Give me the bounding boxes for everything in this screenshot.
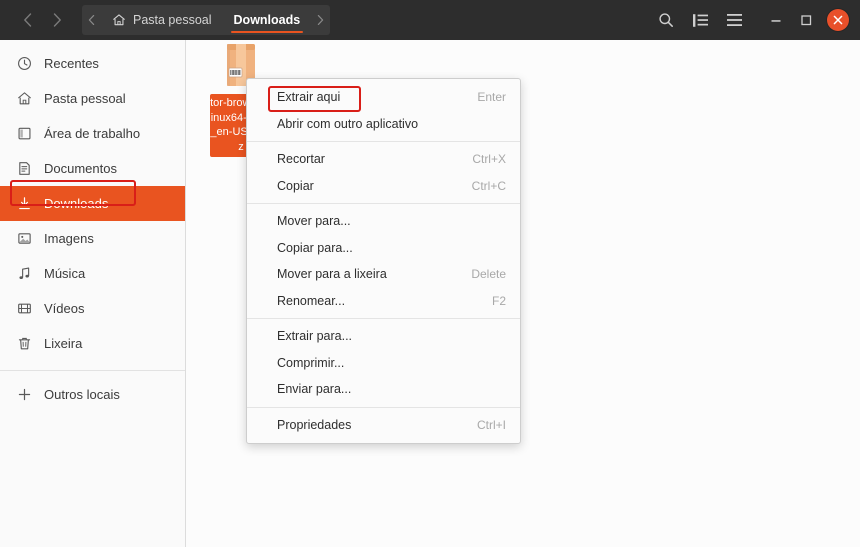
sidebar-item-label: Vídeos: [44, 301, 85, 316]
chevron-right-small-icon: [318, 15, 324, 25]
sidebar-item-label: Downloads: [44, 196, 109, 211]
home-icon: [14, 91, 34, 106]
sidebar-item-label: Pasta pessoal: [44, 91, 126, 106]
chevron-left-small-icon: [88, 15, 95, 25]
sidebar-item-musica[interactable]: Música: [0, 256, 185, 291]
minimize-icon: [771, 20, 781, 22]
file-manager-window: Pasta pessoal Downloads Recentes Pasta p…: [0, 0, 860, 547]
breadcrumb-label: Pasta pessoal: [133, 13, 212, 27]
menu-item-abrir-com-outro-aplicativo[interactable]: Abrir com outro aplicativo: [247, 111, 520, 138]
context-menu: Extrair aqui Enter Abrir com outro aplic…: [246, 78, 521, 444]
menu-item-label: Abrir com outro aplicativo: [277, 116, 419, 131]
menu-item-label: Comprimir...: [277, 355, 345, 370]
video-icon: [14, 301, 34, 316]
download-icon: [14, 196, 34, 211]
breadcrumb-item-downloads[interactable]: Downloads: [222, 5, 312, 35]
header-bar: Pasta pessoal Downloads: [0, 0, 860, 40]
menu-item-mover-para[interactable]: Mover para...: [247, 208, 520, 235]
close-button[interactable]: [827, 9, 849, 31]
chevron-left-icon: [23, 13, 31, 27]
menu-item-label: Extrair para...: [277, 329, 353, 344]
menu-item-accelerator: Ctrl+C: [471, 178, 506, 193]
breadcrumb: Pasta pessoal Downloads: [82, 5, 331, 35]
menu-item-label: Enviar para...: [277, 382, 352, 397]
menu-item-renomear[interactable]: Renomear... F2: [247, 288, 520, 315]
sidebar-item-imagens[interactable]: Imagens: [0, 221, 185, 256]
menu-item-accelerator: Enter: [477, 90, 506, 105]
minimize-button[interactable]: [761, 5, 791, 35]
clock-icon: [14, 56, 34, 71]
sidebar-item-recentes[interactable]: Recentes: [0, 46, 185, 81]
menu-item-propriedades[interactable]: Propriedades Ctrl+I: [247, 412, 520, 439]
breadcrumb-item-pasta-pessoal[interactable]: Pasta pessoal: [101, 5, 223, 35]
menu-separator: [247, 203, 520, 204]
menu-item-accelerator: Ctrl+I: [476, 417, 506, 432]
menu-item-enviar-para[interactable]: Enviar para...: [247, 376, 520, 403]
menu-item-accelerator: Delete: [471, 267, 506, 282]
maximize-icon: [801, 15, 812, 26]
sidebar-item-label: Imagens: [44, 231, 94, 246]
menu-item-label: Recortar: [277, 152, 325, 167]
menu-item-extrair-aqui[interactable]: Extrair aqui Enter: [247, 84, 520, 111]
menu-item-label: Extrair aqui: [277, 90, 341, 105]
sidebar: Recentes Pasta pessoal Área de trabalho: [0, 40, 186, 547]
music-note-icon: [14, 266, 34, 281]
menu-item-accelerator: F2: [491, 293, 506, 308]
breadcrumb-overflow-right[interactable]: [311, 5, 330, 35]
close-icon: [833, 15, 843, 25]
main-menu-button[interactable]: [717, 5, 751, 35]
maximize-button[interactable]: [791, 5, 821, 35]
menu-item-copiar[interactable]: Copiar Ctrl+C: [247, 173, 520, 200]
menu-separator: [247, 406, 520, 408]
menu-separator: [247, 318, 520, 319]
sidebar-item-lixeira[interactable]: Lixeira: [0, 326, 185, 361]
menu-item-label: Propriedades: [277, 417, 352, 432]
menu-item-label: Renomear...: [277, 293, 346, 308]
sidebar-item-area-de-trabalho[interactable]: Área de trabalho: [0, 116, 185, 151]
back-button[interactable]: [12, 7, 42, 33]
menu-item-label: Mover para a lixeira: [277, 267, 387, 282]
sidebar-item-videos[interactable]: Vídeos: [0, 291, 185, 326]
sidebar-item-outros-locais[interactable]: Outros locais: [0, 377, 185, 412]
menu-item-extrair-para[interactable]: Extrair para...: [247, 323, 520, 350]
menu-item-mover-para-a-lixeira[interactable]: Mover para a lixeira Delete: [247, 261, 520, 288]
menu-item-recortar[interactable]: Recortar Ctrl+X: [247, 146, 520, 173]
document-icon: [14, 161, 34, 176]
desktop-icon: [14, 126, 34, 141]
chevron-right-icon: [53, 13, 61, 27]
image-icon: [14, 231, 34, 246]
sidebar-divider: [0, 370, 185, 371]
menu-item-label: Copiar: [277, 178, 314, 193]
sidebar-item-label: Documentos: [44, 161, 117, 176]
hamburger-menu-icon: [726, 14, 742, 26]
sidebar-item-label: Música: [44, 266, 86, 281]
menu-separator: [247, 141, 520, 142]
sidebar-item-label: Recentes: [44, 56, 99, 71]
menu-item-copiar-para[interactable]: Copiar para...: [247, 235, 520, 262]
menu-item-label: Copiar para...: [277, 240, 353, 255]
sidebar-item-label: Área de trabalho: [44, 126, 141, 141]
menu-item-label: Mover para...: [277, 214, 351, 229]
menu-item-accelerator: Ctrl+X: [472, 152, 506, 167]
menu-item-comprimir[interactable]: Comprimir...: [247, 350, 520, 377]
plus-icon: [14, 387, 34, 402]
forward-button[interactable]: [42, 7, 72, 33]
view-options-button[interactable]: [683, 5, 717, 35]
search-button[interactable]: [649, 5, 683, 35]
sidebar-item-downloads[interactable]: Downloads: [0, 186, 185, 221]
sidebar-item-pasta-pessoal[interactable]: Pasta pessoal: [0, 81, 185, 116]
sidebar-item-label: Lixeira: [44, 336, 83, 351]
list-view-icon: [692, 13, 708, 27]
sidebar-item-documentos[interactable]: Documentos: [0, 151, 185, 186]
sidebar-item-label: Outros locais: [44, 387, 120, 402]
navigation-arrows: [12, 7, 72, 33]
breadcrumb-label: Downloads: [233, 13, 301, 27]
home-icon: [112, 13, 126, 27]
search-icon: [659, 13, 673, 27]
trash-icon: [14, 336, 34, 351]
breadcrumb-overflow-left[interactable]: [82, 5, 101, 35]
